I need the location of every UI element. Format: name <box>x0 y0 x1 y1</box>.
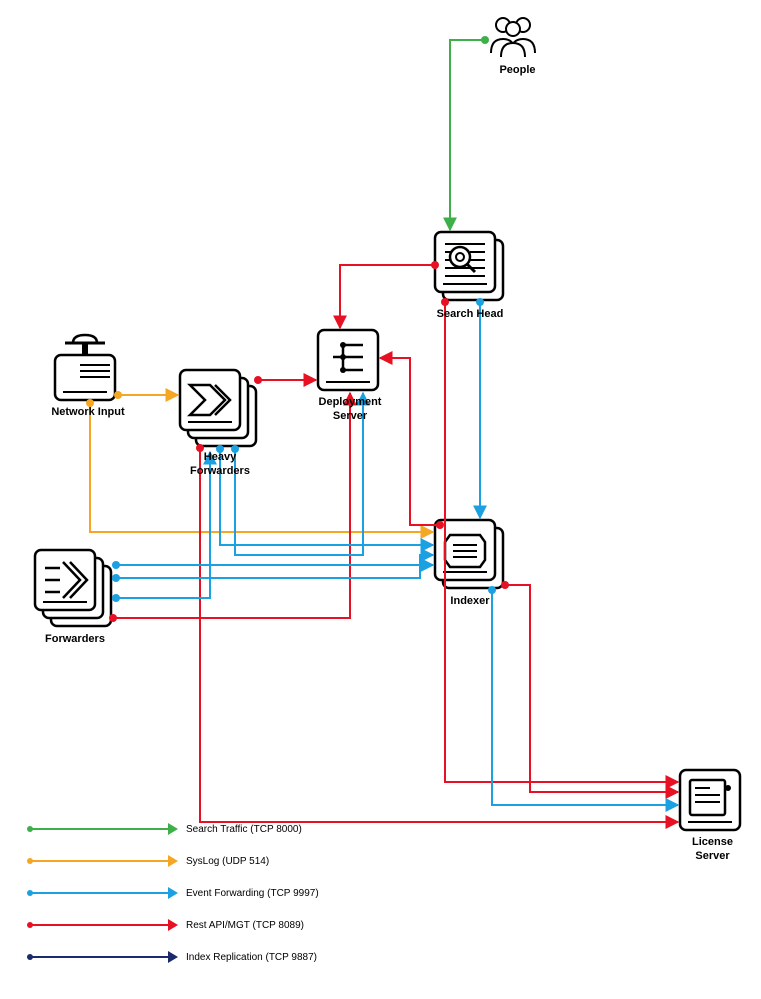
network-input-label: Network Input <box>43 405 133 419</box>
legend: Search Traffic (TCP 8000) SysLog (UDP 51… <box>30 819 319 979</box>
people-icon <box>491 18 535 57</box>
conn-sh-ds <box>340 265 435 328</box>
legend-row-ef: Event Forwarding (TCP 9997) <box>30 883 319 903</box>
search-head-label: Search Head <box>435 307 505 321</box>
conn-hf-lic <box>200 448 678 822</box>
conn-idx-ds <box>380 358 440 525</box>
legend-row-rest: Rest API/MGT (TCP 8089) <box>30 915 319 935</box>
conn-people-searchhead <box>450 40 485 230</box>
deployment-server-label: Deployment Server <box>310 395 390 424</box>
deployment-server-icon <box>318 330 378 390</box>
legend-ef-label: Event Forwarding (TCP 9997) <box>186 888 319 899</box>
search-head-icon <box>435 232 503 300</box>
legend-search-label: Search Traffic (TCP 8000) <box>186 824 302 835</box>
legend-row-search: Search Traffic (TCP 8000) <box>30 819 319 839</box>
forwarders-icon <box>35 550 111 626</box>
legend-rest-label: Rest API/MGT (TCP 8089) <box>186 920 304 931</box>
forwarders-label: Forwarders <box>35 632 115 646</box>
license-server-label: License Server <box>685 835 740 864</box>
conn-idx-lic-ef <box>492 590 678 805</box>
conn-fwd-idx-ef2 <box>116 555 433 578</box>
people-label: People <box>490 63 545 77</box>
network-input-icon <box>55 335 115 400</box>
legend-row-repl: Index Replication (TCP 9887) <box>30 947 319 967</box>
legend-syslog-label: SysLog (UDP 514) <box>186 856 269 867</box>
legend-row-syslog: SysLog (UDP 514) <box>30 851 319 871</box>
license-server-icon <box>680 770 740 830</box>
heavy-forwarders-icon <box>180 370 256 446</box>
indexer-label: Indexer <box>440 594 500 608</box>
heavy-forwarders-label: Heavy Forwarders <box>180 450 260 479</box>
legend-repl-label: Index Replication (TCP 9887) <box>186 952 317 963</box>
conn-idx-lic <box>505 585 678 792</box>
